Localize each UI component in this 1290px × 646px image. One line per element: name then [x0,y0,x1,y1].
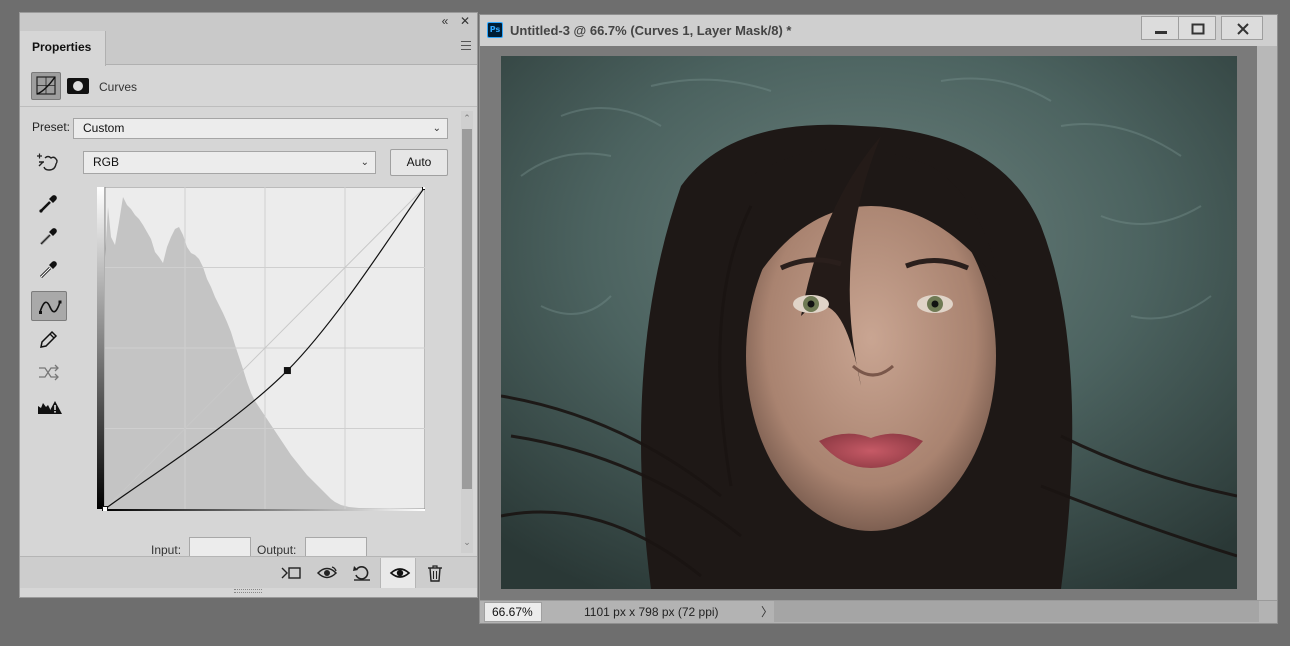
adjustment-header: Curves [20,65,477,107]
zoom-field[interactable]: 66.67% [484,602,542,622]
pencil-draw-tool[interactable] [31,325,67,355]
input-gradient-bar [105,509,425,511]
horizontal-scrollbar[interactable] [774,601,1259,622]
chevron-down-icon: ⌄ [432,123,441,134]
document-info: 1101 px x 798 px (72 ppi) [584,605,719,619]
panel-scrollbar[interactable]: ⌃ ⌄ [461,111,473,553]
curve-control-point[interactable] [283,367,291,375]
curve-point-tool[interactable] [31,291,67,321]
clip-to-layer-button[interactable] [272,558,308,588]
output-field[interactable] [305,537,367,557]
clip-to-layer-icon [281,567,301,579]
pencil-draw-icon [40,330,58,348]
close-window-button[interactable] [1221,16,1263,40]
input-label: Input: [151,543,182,557]
photoshop-app-icon: Ps [487,22,503,38]
view-previous-state-icon [316,566,338,579]
curves-graph[interactable] [97,187,425,511]
output-label: Output: [257,543,297,557]
preset-value: Custom [83,121,125,135]
restore-button[interactable] [1178,16,1216,40]
panel-footer [20,556,477,588]
close-icon [1237,23,1249,35]
smooth-curve-tool[interactable] [31,358,67,388]
visibility-toggle-button[interactable] [380,558,416,588]
restore-icon [1191,23,1205,35]
channel-dropdown[interactable]: RGB ⌄ [83,151,376,174]
reset-icon [353,566,370,581]
on-image-adjust-icon[interactable] [35,152,61,174]
gray-point-eyedropper-icon [40,228,57,245]
minimize-button[interactable] [1141,16,1179,40]
delete-icon [428,565,442,582]
auto-button[interactable]: Auto [390,149,448,176]
output-gradient-bar [97,187,104,509]
clipping-warning-tool[interactable] [31,393,67,423]
scroll-down-icon[interactable]: ⌄ [461,537,473,548]
collapse-panel-icon[interactable]: « [438,14,452,28]
black-point-eyedropper-icon [39,195,57,213]
layer-mask-icon[interactable] [67,78,89,94]
chevron-down-icon: ⌄ [360,157,369,168]
scroll-up-icon[interactable]: ⌃ [461,113,473,124]
document-window: Ps Untitled-3 @ 66.7% (Curves 1, Layer M… [479,14,1278,624]
channel-value: RGB [93,155,120,169]
close-panel-icon[interactable]: ✕ [458,14,472,28]
canvas-area[interactable] [480,46,1257,600]
view-previous-state-button[interactable] [308,558,344,588]
delete-button[interactable] [416,558,452,588]
vertical-scrollbar[interactable] [1257,46,1277,600]
panel-resize-grip[interactable] [234,589,262,593]
visibility-eye-icon [389,568,411,578]
black-point-eyedropper-tool[interactable] [31,189,67,219]
properties-panel: « ✕ Properties Curves Preset: Custom ⌄ R… [19,12,478,598]
preset-label: Preset: [32,120,71,134]
adjustment-title: Curves [99,80,138,94]
status-menu-arrow-icon[interactable]: 〉 [761,603,773,620]
smooth-curve-icon [39,364,59,381]
reset-button[interactable] [343,558,379,588]
panel-topbar: « ✕ [20,13,477,31]
input-field[interactable] [189,537,251,557]
curves-adjustment-icon[interactable] [31,72,61,100]
portrait-image [501,56,1237,589]
white-point-eyedropper-tool[interactable] [31,255,67,285]
scroll-thumb[interactable] [462,129,472,489]
white-point-eyedropper-icon [39,261,57,279]
tab-properties[interactable]: Properties [20,31,106,66]
document-title: Untitled-3 @ 66.7% (Curves 1, Layer Mask… [510,23,792,38]
preset-dropdown[interactable]: Custom ⌄ [73,118,448,139]
panel-menu-icon[interactable] [461,41,471,50]
curve-point-tool-icon [39,300,62,314]
document-photo[interactable] [501,56,1237,589]
curve-control-point[interactable] [102,506,108,512]
status-bar: 66.67% 1101 px x 798 px (72 ppi) 〉 [480,600,1277,623]
minimize-icon [1155,31,1167,34]
curve-control-point[interactable] [422,187,426,190]
document-titlebar[interactable]: Ps Untitled-3 @ 66.7% (Curves 1, Layer M… [480,15,1277,46]
gray-point-eyedropper-tool[interactable] [31,222,67,252]
panel-tab-row: Properties [20,31,477,66]
clipping-warning-icon [38,401,62,414]
